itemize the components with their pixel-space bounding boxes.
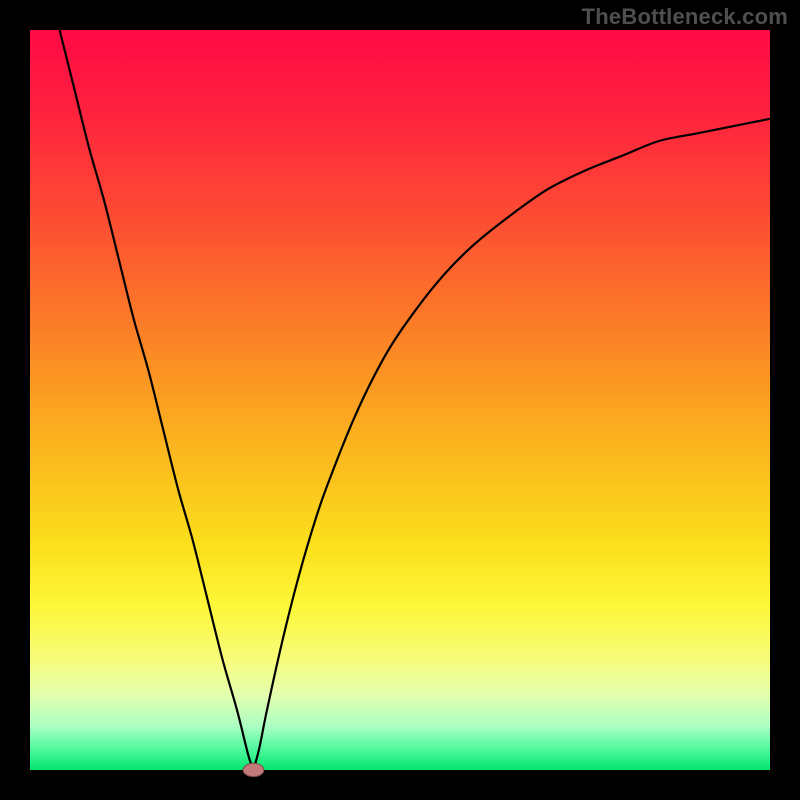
chart-frame: TheBottleneck.com	[0, 0, 800, 800]
bottleneck-chart	[0, 0, 800, 800]
watermark-text: TheBottleneck.com	[582, 4, 788, 30]
minimum-marker	[243, 763, 264, 776]
